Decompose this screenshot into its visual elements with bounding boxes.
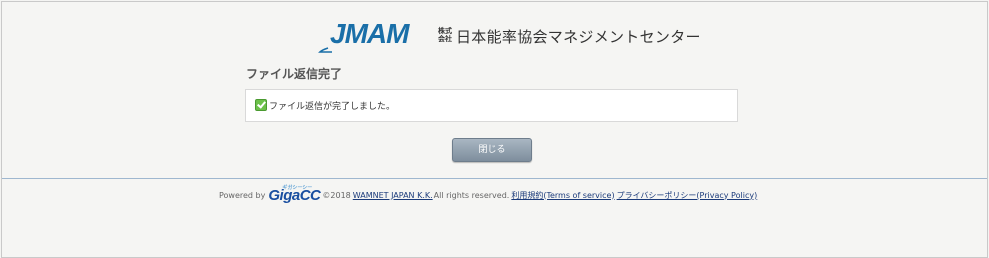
message-text: ファイル返信が完了しました。 bbox=[269, 102, 396, 112]
close-button[interactable]: 閉じる bbox=[452, 138, 532, 162]
message-panel: ファイル返信が完了しました。 bbox=[245, 89, 738, 122]
company-logo: JMAM 株式会社 日本能率協会マネジメントセンター bbox=[318, 18, 701, 54]
company-link[interactable]: WAMNET JAPAN K.K. bbox=[353, 191, 433, 200]
terms-link[interactable]: 利用規約(Terms of service) bbox=[511, 190, 614, 201]
footer: Powered by ギガシーシー GigaCC ©2018 WAMNET JA… bbox=[219, 185, 758, 204]
privacy-link[interactable]: プライバシーポリシー(Privacy Policy) bbox=[617, 190, 758, 201]
gigacc-logo: ギガシーシー GigaCC bbox=[268, 185, 321, 204]
company-name: 日本能率協会マネジメントセンター bbox=[456, 28, 701, 46]
footer-divider bbox=[2, 178, 987, 179]
check-icon bbox=[255, 99, 267, 111]
logo-small-label: 株式会社 bbox=[438, 27, 452, 43]
gigacc-small-label: ギガシーシー bbox=[282, 185, 313, 191]
powered-by-label: Powered by bbox=[219, 190, 266, 200]
svg-text:JMAM: JMAM bbox=[330, 18, 410, 49]
rights-text: All rights reserved. bbox=[433, 190, 510, 200]
page-title: ファイル返信完了 bbox=[246, 67, 343, 81]
copyright-text: ©2018 bbox=[322, 190, 351, 200]
jmam-logo-icon: JMAM bbox=[318, 18, 411, 53]
